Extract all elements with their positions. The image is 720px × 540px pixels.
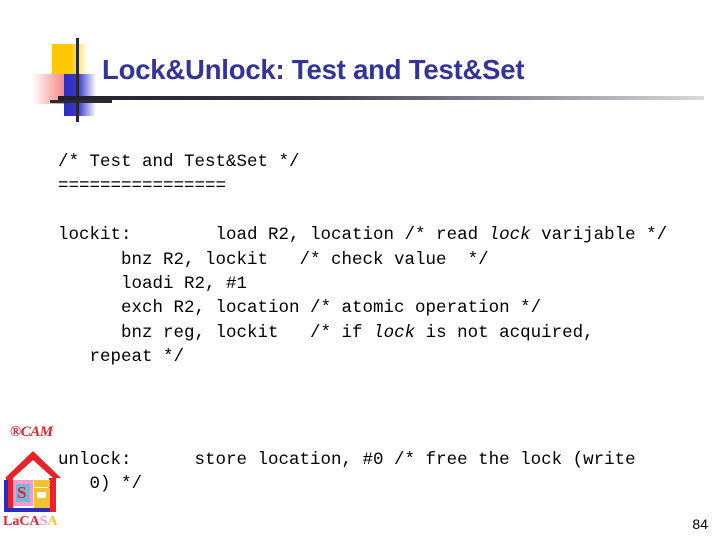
house-block-yellow-top (34, 480, 50, 487)
code-text: lockit: load R2, location /* read (58, 225, 489, 246)
code-line: bnz R2, lockit /* check value */ (58, 249, 489, 270)
house-wall-right (49, 478, 56, 512)
code-text: varijable */ (530, 225, 668, 246)
code-line: /* Test and Test&Set */ (58, 152, 300, 172)
code-emphasis: lock (488, 225, 531, 246)
code-line: lockit: load R2, location /* read lock v… (58, 225, 667, 245)
lacasa-brand-logo: ®CAM S LaCASA (2, 424, 64, 536)
code-line: exch R2, location /* atomic operation */ (58, 298, 542, 319)
house-blue-base (4, 508, 50, 512)
decoration-horizontal-line (50, 100, 112, 103)
title-underline-rule (58, 96, 704, 100)
cam-label: CAM (20, 424, 53, 440)
lacasa-ca: CA (19, 514, 40, 529)
title-decoration-graphic (22, 38, 112, 126)
code-line: repeat */ (58, 347, 185, 368)
code-line: ================ (58, 176, 227, 197)
decoration-vertical-line (76, 38, 79, 122)
page-title: Lock&Unlock: Test and Test&Set (102, 54, 525, 85)
decoration-blue-square (64, 74, 96, 116)
code-block-unlock: unlock: store location, #0 /* free the l… (58, 448, 708, 497)
lacasa-la: La (3, 514, 20, 529)
lacasa-wordmark: LaCASA (3, 514, 58, 530)
code-block-lock: /* Test and Test&Set */ ================… (58, 150, 708, 370)
code-text: is not acquired, (415, 322, 594, 343)
code-line: unlock: store location, #0 /* free the l… (58, 450, 636, 470)
code-emphasis: lock (373, 322, 416, 343)
house-icon: S (4, 450, 62, 512)
code-line: bnz reg, lockit /* if lock is not acquir… (58, 323, 594, 343)
house-roof-shape (5, 451, 61, 478)
cam-logo-text: ®CAM (10, 424, 53, 441)
house-block-yellow (34, 488, 50, 508)
code-text: bnz reg, lockit /* if (58, 322, 374, 343)
registered-mark-icon: ® (10, 424, 21, 440)
house-block-notch (37, 492, 46, 498)
house-letter-s: S (17, 483, 27, 502)
code-line: loadi R2, #1 (58, 274, 248, 295)
lacasa-a: A (47, 514, 58, 529)
page-number: 84 (692, 516, 708, 532)
code-line: 0) */ (58, 474, 143, 495)
